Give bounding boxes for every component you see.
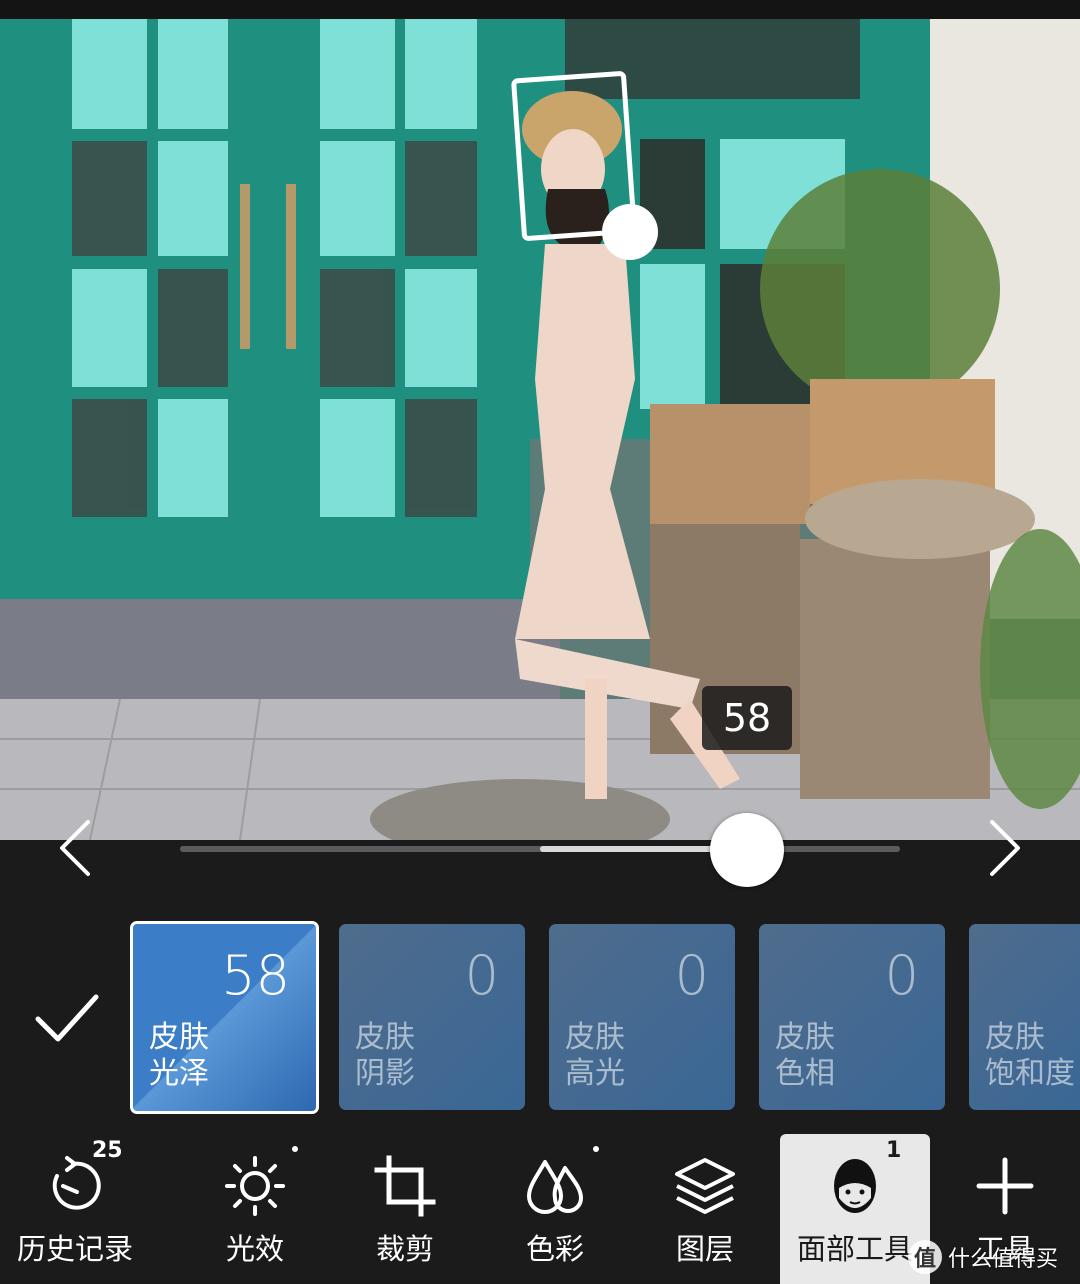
card-value: 58 xyxy=(221,944,290,1007)
card-label: 皮肤 光泽 xyxy=(149,1020,209,1091)
card-label: 皮肤 阴影 xyxy=(355,1020,415,1091)
new-dot-indicator xyxy=(593,1146,599,1152)
card-label: 皮肤 饱和度 xyxy=(985,1020,1075,1091)
face-icon xyxy=(823,1154,887,1218)
light-effects-button[interactable]: 光效 xyxy=(180,1134,330,1284)
watermark-text: 什么值得买 xyxy=(948,1247,1059,1272)
color-button[interactable]: 色彩 xyxy=(480,1134,630,1284)
crop-label: 裁剪 xyxy=(375,1232,434,1266)
watermark-logo-icon: 值 xyxy=(908,1240,942,1274)
watermark: 值 什么值得买 xyxy=(908,1238,1058,1276)
face-box-handle[interactable] xyxy=(600,202,660,262)
color-label: 色彩 xyxy=(525,1232,584,1266)
adjust-card-skin-shadow[interactable]: 0 皮肤 阴影 xyxy=(339,924,525,1110)
crop-button[interactable]: 裁剪 xyxy=(330,1134,480,1284)
color-drops-icon xyxy=(523,1154,587,1218)
adjust-card-skin-hue[interactable]: 0 皮肤 色相 xyxy=(759,924,945,1110)
history-label: 历史记录 xyxy=(16,1232,133,1266)
photo-canvas[interactable] xyxy=(0,19,1080,840)
card-label: 皮肤 色相 xyxy=(775,1020,835,1091)
face-tools-badge: 1 xyxy=(886,1138,902,1163)
adjust-card-skin-saturation[interactable]: 皮肤 饱和度 xyxy=(969,924,1080,1110)
light-effects-label: 光效 xyxy=(225,1232,284,1266)
status-bar xyxy=(0,0,1080,19)
plus-icon xyxy=(973,1154,1037,1218)
history-icon xyxy=(43,1154,107,1218)
history-count-badge: 25 xyxy=(92,1138,123,1163)
crop-icon xyxy=(373,1154,437,1218)
new-dot-indicator xyxy=(292,1146,298,1152)
slider-value-tooltip: 58 xyxy=(702,686,792,750)
card-value: 0 xyxy=(464,944,499,1007)
adjust-card-skin-gloss[interactable]: 58 皮肤 光泽 xyxy=(130,921,319,1114)
layers-icon xyxy=(673,1154,737,1218)
adjust-slider-thumb[interactable] xyxy=(710,813,784,887)
confirm-check-icon[interactable] xyxy=(30,985,102,1051)
adjust-card-skin-highlight[interactable]: 0 皮肤 高光 xyxy=(549,924,735,1110)
edited-photo xyxy=(0,19,1080,840)
card-value: 0 xyxy=(674,944,709,1007)
next-arrow-icon[interactable] xyxy=(984,818,1024,878)
card-label: 皮肤 高光 xyxy=(565,1020,625,1091)
face-tools-label: 面部工具 xyxy=(796,1232,913,1266)
card-value: 0 xyxy=(884,944,919,1007)
previous-arrow-icon[interactable] xyxy=(56,818,96,878)
history-button[interactable]: 历史记录 25 xyxy=(0,1134,150,1284)
layers-button[interactable]: 图层 xyxy=(630,1134,780,1284)
layers-label: 图层 xyxy=(675,1232,734,1266)
sun-icon xyxy=(223,1154,287,1218)
